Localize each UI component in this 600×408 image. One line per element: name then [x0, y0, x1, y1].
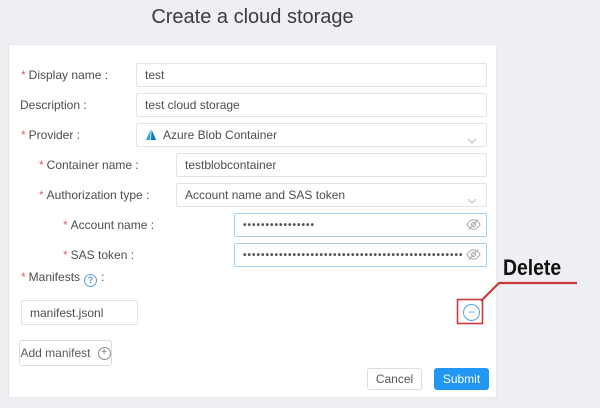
authorization-type-select[interactable]: Account name and SAS token: [176, 183, 487, 207]
account-name-input[interactable]: [234, 213, 487, 237]
help-icon[interactable]: ?: [84, 274, 97, 287]
description-input[interactable]: [136, 93, 487, 117]
sas-token-label: *SAS token :: [63, 243, 134, 267]
add-manifest-button[interactable]: Add manifest +: [19, 340, 112, 366]
cloud-storage-form: *Display name : Description : *Provider …: [8, 44, 497, 398]
container-name-input[interactable]: [176, 153, 487, 177]
sas-token-input[interactable]: [234, 243, 487, 267]
chevron-down-icon: [467, 133, 477, 147]
required-marker: *: [21, 68, 26, 82]
manifests-label: *Manifests?:: [21, 267, 104, 287]
eye-invisible-icon[interactable]: [466, 217, 481, 232]
delete-annotation-label: Delete: [503, 255, 561, 281]
page-title: Create a cloud storage: [8, 6, 497, 29]
cancel-button[interactable]: Cancel: [367, 368, 422, 390]
account-name-label: *Account name :: [63, 213, 154, 237]
minus-circle-icon: −: [468, 305, 475, 319]
description-label: Description :: [20, 93, 87, 117]
authorization-type-label: *Authorization type :: [39, 183, 149, 207]
submit-button[interactable]: Submit: [434, 368, 489, 390]
container-name-label: *Container name :: [39, 153, 139, 177]
provider-label: *Provider :: [21, 123, 80, 147]
required-marker: *: [39, 158, 44, 172]
display-name-input[interactable]: [136, 63, 487, 87]
plus-circle-icon: +: [98, 347, 111, 360]
provider-select[interactable]: Azure Blob Container: [136, 123, 487, 147]
required-marker: *: [63, 218, 68, 232]
eye-invisible-icon[interactable]: [466, 247, 481, 262]
azure-icon: [145, 129, 157, 141]
required-marker: *: [39, 188, 44, 202]
chevron-down-icon: [467, 193, 477, 207]
create-cloud-storage-page: Create a cloud storage *Display name : D…: [0, 0, 600, 408]
display-name-label: *Display name :: [21, 63, 108, 87]
authorization-type-selected-value: Account name and SAS token: [185, 188, 345, 202]
required-marker: *: [21, 128, 26, 142]
provider-selected-value: Azure Blob Container: [163, 128, 277, 142]
manifests-colon: :: [101, 270, 104, 284]
delete-manifest-button[interactable]: −: [463, 304, 480, 321]
required-marker: *: [21, 270, 26, 284]
manifest-filename-input[interactable]: [21, 300, 138, 325]
required-marker: *: [63, 248, 68, 262]
